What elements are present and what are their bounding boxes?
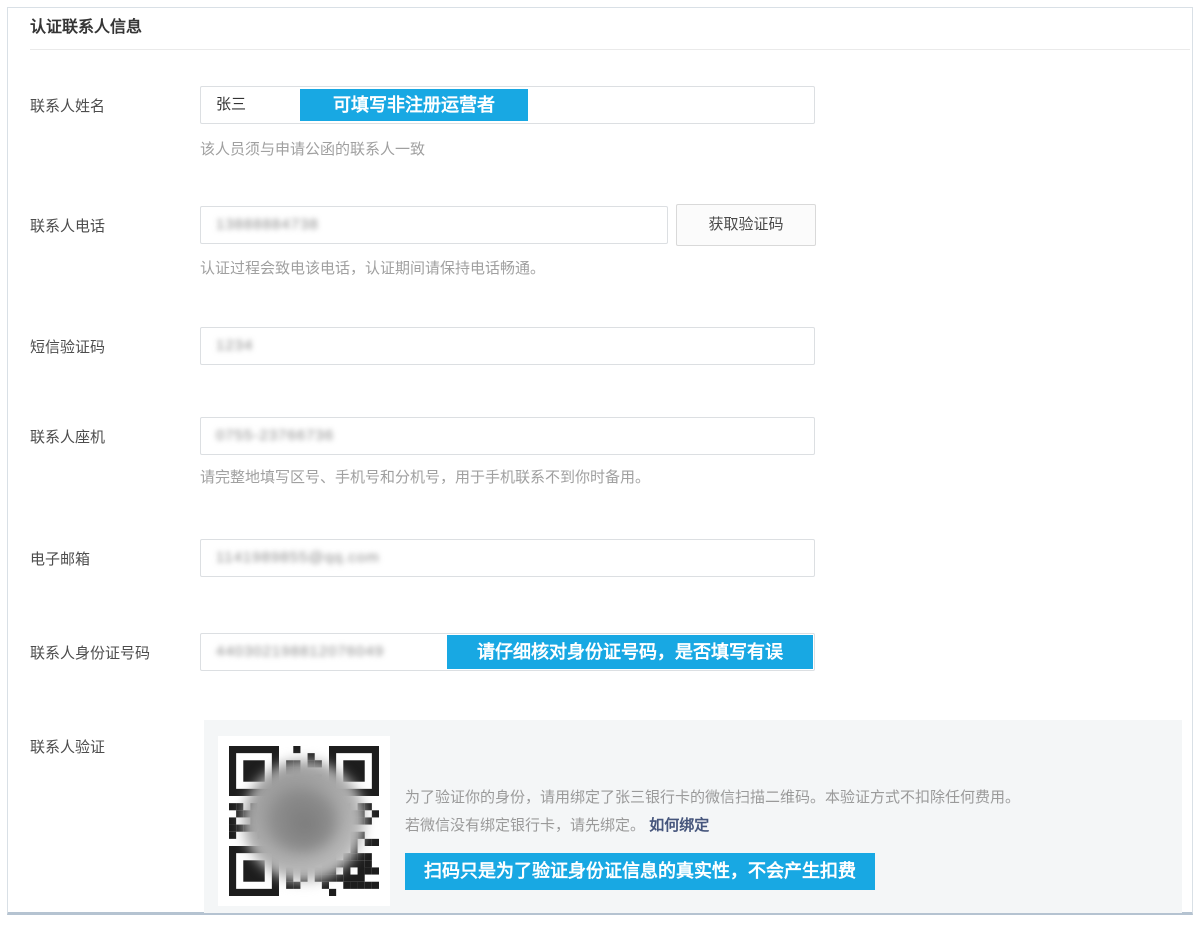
sms-code-value-blurred: 1234 — [216, 337, 253, 354]
sms-code-input[interactable]: 1234 — [200, 327, 815, 365]
phone-value-blurred: 13888884738 — [216, 216, 319, 233]
get-verification-code-button[interactable]: 获取验证码 — [676, 204, 816, 246]
name-helper-text: 该人员须与申请公函的联系人一致 — [200, 138, 425, 159]
email-label: 电子邮箱 — [30, 548, 90, 569]
qr-blur-overlay-inner — [267, 790, 337, 852]
how-to-bind-link[interactable]: 如何绑定 — [649, 817, 709, 834]
id-number-value-blurred: 440302198812076049 — [216, 643, 384, 660]
verification-panel: 为了验证你的身份，请用绑定了张三银行卡的微信扫描二维码。本验证方式不扣除任何费用… — [204, 720, 1182, 913]
id-number-label: 联系人身份证号码 — [30, 642, 150, 663]
landline-input[interactable]: 0755-23766736 — [200, 417, 815, 455]
email-value-blurred: 1141989855@qq.com — [216, 549, 380, 566]
section-divider — [30, 49, 1190, 50]
landline-helper-text: 请完整地填写区号、手机号和分机号，用于手机联系不到你时备用。 — [200, 466, 650, 487]
qr-code-icon — [229, 746, 379, 896]
verification-line2-text: 若微信没有绑定银行卡，请先绑定。 — [405, 817, 645, 834]
landline-value-blurred: 0755-23766736 — [216, 427, 334, 444]
sms-code-label: 短信验证码 — [30, 336, 105, 357]
name-tooltip-badge: 可填写非注册运营者 — [300, 89, 528, 121]
verification-line1: 为了验证你的身份，请用绑定了张三银行卡的微信扫描二维码。本验证方式不扣除任何费用… — [405, 786, 1020, 807]
id-number-tooltip-badge: 请仔细核对身份证号码，是否填写有误 — [447, 635, 813, 669]
verification-line2: 若微信没有绑定银行卡，请先绑定。 如何绑定 — [405, 814, 709, 835]
section-title: 认证联系人信息 — [30, 13, 142, 37]
name-label: 联系人姓名 — [30, 95, 105, 116]
landline-label: 联系人座机 — [30, 426, 105, 447]
verification-banner: 扫码只是为了验证身份证信息的真实性，不会产生扣费 — [405, 853, 875, 890]
phone-input[interactable]: 13888884738 — [200, 206, 668, 244]
phone-label: 联系人电话 — [30, 215, 105, 236]
qr-code-box — [218, 736, 390, 906]
phone-helper-text: 认证过程会致电该电话，认证期间请保持电话畅通。 — [200, 257, 545, 278]
name-value: 张三 — [216, 96, 246, 113]
email-input[interactable]: 1141989855@qq.com — [200, 539, 815, 577]
verification-contact-form: 认证联系人信息 联系人姓名 张三 可填写非注册运营者 该人员须与申请公函的联系人… — [0, 0, 1200, 926]
verification-label: 联系人验证 — [30, 736, 105, 757]
